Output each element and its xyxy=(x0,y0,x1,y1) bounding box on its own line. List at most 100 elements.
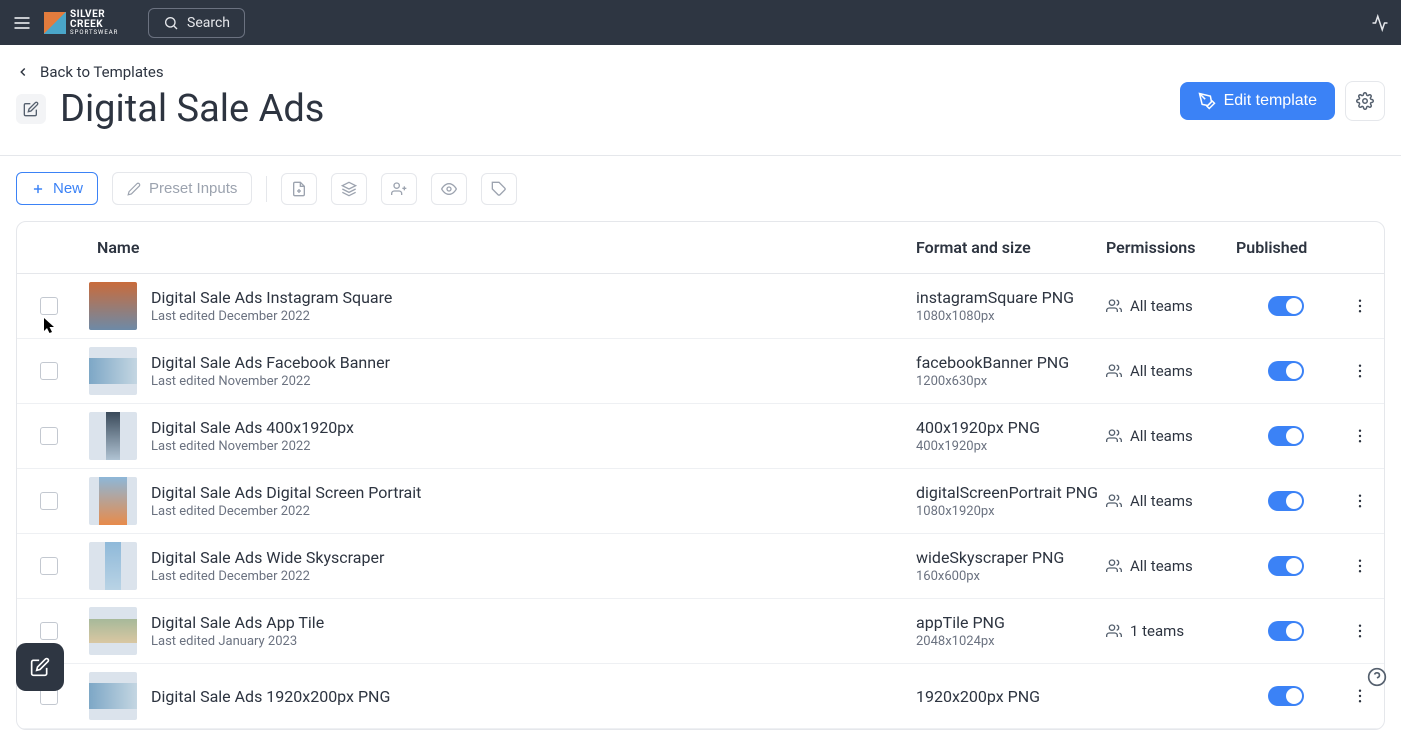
published-toggle[interactable] xyxy=(1268,686,1304,706)
pencil-icon xyxy=(127,182,141,196)
users-icon xyxy=(1106,558,1122,574)
search-label: Search xyxy=(187,15,230,31)
row-name: Digital Sale Ads 400x1920px xyxy=(151,418,354,437)
published-toggle[interactable] xyxy=(1268,491,1304,511)
row-size: 1080x1920px xyxy=(916,504,1106,519)
more-vertical-icon xyxy=(1351,557,1369,575)
thumbnail[interactable] xyxy=(89,607,137,655)
published-toggle[interactable] xyxy=(1268,361,1304,381)
row-more-button[interactable] xyxy=(1336,492,1384,510)
duplicate-action-button[interactable] xyxy=(281,173,317,205)
row-permissions[interactable]: All teams xyxy=(1106,557,1236,575)
row-checkbox[interactable] xyxy=(40,622,58,640)
more-vertical-icon xyxy=(1351,297,1369,315)
row-format: facebookBanner PNG xyxy=(916,353,1106,372)
thumbnail[interactable] xyxy=(89,477,137,525)
tag-icon xyxy=(491,181,507,197)
new-button[interactable]: New xyxy=(16,172,98,205)
layers-action-button[interactable] xyxy=(331,173,367,205)
more-vertical-icon xyxy=(1351,687,1369,705)
back-link[interactable]: Back to Templates xyxy=(16,63,324,81)
published-toggle[interactable] xyxy=(1268,426,1304,446)
row-permissions[interactable]: All teams xyxy=(1106,362,1236,380)
brand-sub: SPORTSWEAR xyxy=(70,30,118,36)
row-name: Digital Sale Ads Wide Skyscraper xyxy=(151,548,384,567)
user-plus-icon xyxy=(391,181,407,197)
published-toggle[interactable] xyxy=(1268,621,1304,641)
table-row[interactable]: Digital Sale Ads 400x1920px Last edited N… xyxy=(17,404,1384,469)
row-size: 160x600px xyxy=(916,569,1106,584)
preset-inputs-button[interactable]: Preset Inputs xyxy=(112,172,252,205)
search-button[interactable]: Search xyxy=(148,8,245,38)
table-row[interactable]: Digital Sale Ads 1920x200px PNG1920x200p… xyxy=(17,664,1384,729)
row-name: Digital Sale Ads Instagram Square xyxy=(151,288,392,307)
col-name[interactable]: Name xyxy=(81,238,916,257)
help-circle-icon xyxy=(1367,667,1387,687)
users-icon xyxy=(1106,363,1122,379)
row-more-button[interactable] xyxy=(1336,687,1384,705)
table-row[interactable]: Digital Sale Ads Instagram SquareLast ed… xyxy=(17,274,1384,339)
activity-icon[interactable] xyxy=(1371,14,1389,32)
visibility-action-button[interactable] xyxy=(431,173,467,205)
row-checkbox[interactable] xyxy=(40,362,58,380)
row-more-button[interactable] xyxy=(1336,297,1384,315)
layers-icon xyxy=(341,181,357,197)
share-action-button[interactable] xyxy=(381,173,417,205)
gear-icon xyxy=(1356,92,1374,110)
row-permissions[interactable]: All teams xyxy=(1106,492,1236,510)
back-label: Back to Templates xyxy=(40,63,164,81)
thumbnail[interactable] xyxy=(89,347,137,395)
row-permissions[interactable]: All teams xyxy=(1106,427,1236,445)
brand-logo[interactable]: SILVER CREEK SPORTSWEAR xyxy=(44,10,136,36)
page-title: Digital Sale Ads xyxy=(60,87,324,131)
pencil-square-icon xyxy=(23,101,39,117)
row-checkbox[interactable] xyxy=(40,427,58,445)
thumbnail[interactable] xyxy=(89,412,137,460)
row-edited: Last edited December 2022 xyxy=(151,504,421,519)
row-more-button[interactable] xyxy=(1336,622,1384,640)
table-row[interactable]: Digital Sale Ads Facebook BannerLast edi… xyxy=(17,339,1384,404)
row-permissions[interactable]: 1 teams xyxy=(1106,622,1236,640)
hamburger-icon[interactable] xyxy=(12,13,32,33)
row-checkbox[interactable] xyxy=(40,492,58,510)
tag-action-button[interactable] xyxy=(481,173,517,205)
row-more-button[interactable] xyxy=(1336,362,1384,380)
table-row[interactable]: Digital Sale Ads Wide Skyscraper Last edi… xyxy=(17,534,1384,599)
row-more-button[interactable] xyxy=(1336,427,1384,445)
floating-edit-button[interactable] xyxy=(16,643,64,691)
row-checkbox[interactable] xyxy=(40,297,58,315)
eye-icon xyxy=(441,181,457,197)
more-vertical-icon xyxy=(1351,622,1369,640)
col-permissions[interactable]: Permissions xyxy=(1106,238,1236,257)
plus-icon xyxy=(31,182,45,196)
table-row[interactable]: Digital Sale Ads Digital Screen Portrait… xyxy=(17,469,1384,534)
published-toggle[interactable] xyxy=(1268,556,1304,576)
published-toggle[interactable] xyxy=(1268,296,1304,316)
settings-button[interactable] xyxy=(1345,81,1385,121)
row-name: Digital Sale Ads Facebook Banner xyxy=(151,353,390,372)
topbar: SILVER CREEK SPORTSWEAR Search xyxy=(0,0,1401,45)
chevron-left-icon xyxy=(16,65,30,79)
row-more-button[interactable] xyxy=(1336,557,1384,575)
thumbnail[interactable] xyxy=(89,542,137,590)
toolbar-separator xyxy=(266,176,267,202)
col-format[interactable]: Format and size xyxy=(916,238,1106,257)
toolbar: New Preset Inputs xyxy=(0,156,1401,221)
thumbnail[interactable] xyxy=(89,672,137,720)
brand-line2: CREEK xyxy=(70,20,118,30)
more-vertical-icon xyxy=(1351,427,1369,445)
row-size: 1200x630px xyxy=(916,374,1106,389)
row-permissions[interactable]: All teams xyxy=(1106,297,1236,315)
table-header: Name Format and size Permissions Publish… xyxy=(17,222,1384,274)
thumbnail[interactable] xyxy=(89,282,137,330)
table-row[interactable]: Digital Sale Ads App TileLast edited Jan… xyxy=(17,599,1384,664)
row-edited: Last edited December 2022 xyxy=(151,569,384,584)
edit-template-button[interactable]: Edit template xyxy=(1180,82,1335,120)
row-name: Digital Sale Ads App Tile xyxy=(151,613,324,632)
help-button[interactable] xyxy=(1367,667,1387,687)
col-published[interactable]: Published xyxy=(1236,238,1336,257)
rename-button[interactable] xyxy=(16,94,46,124)
row-edited: Last edited November 2022 xyxy=(151,439,354,454)
row-format: wideSkyscraper PNG xyxy=(916,548,1106,567)
row-checkbox[interactable] xyxy=(40,557,58,575)
